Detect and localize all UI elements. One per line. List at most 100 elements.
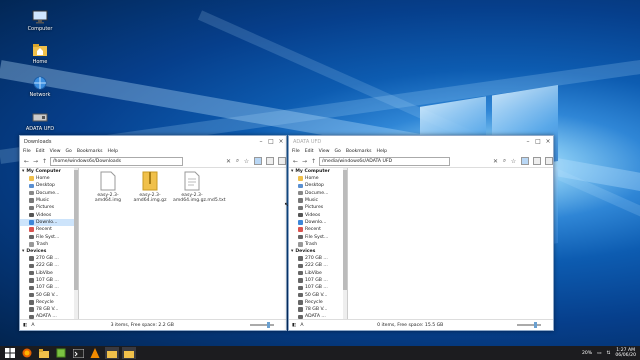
network-icon[interactable]: ⇅ [607,351,611,356]
forward-arrow-icon[interactable]: → [32,158,39,165]
sidebar-section-devices[interactable]: ▾ Devices [289,248,347,255]
search-icon[interactable]: ⌕ [234,157,241,165]
sidebar-section-devices[interactable]: ▾ Devices [20,248,78,255]
start-button[interactable] [3,347,17,359]
close-button[interactable]: × [543,138,553,145]
back-arrow-icon[interactable]: ← [23,158,30,165]
file-manager-window-adata-ufd[interactable]: ADATA UFD – □ × File Edit View Go Bookma… [288,135,554,331]
sidebar-device-item[interactable]: 50 GB V... [20,291,78,298]
menu-edit[interactable]: Edit [36,149,45,154]
menu-bookmarks[interactable]: Bookmarks [77,149,103,154]
menu-help[interactable]: Help [108,149,118,154]
sidebar-scrollbar[interactable] [343,168,347,320]
sidebar-device-item[interactable]: 222 GB ... [289,262,347,269]
sidebar-item-file-system[interactable]: File Syst... [289,233,347,240]
sidebar-section-my-computer[interactable]: ▾ My Computer [20,168,78,175]
menu-view[interactable]: View [319,149,330,154]
taskbar-window-adata-ufd[interactable] [122,347,136,359]
sidebar-device-item[interactable]: 78 GB V... [289,306,347,313]
sidebar-device-item[interactable]: 107 GB ... [20,284,78,291]
sidebar-item-documents[interactable]: Docume... [20,190,78,197]
sidebar-item-home[interactable]: Home [20,175,78,182]
compact-view-button[interactable] [545,157,553,165]
desktop-icon-home[interactable]: Home [16,43,64,65]
sidebar-item-trash[interactable]: Trash [289,241,347,248]
location-bar[interactable]: /media/windows6s/ADATA UFD [319,156,450,166]
up-arrow-icon[interactable]: ↑ [41,158,48,165]
desktop-icon-computer[interactable]: Computer [16,10,64,32]
sidebar-item-desktop[interactable]: Desktop [20,182,78,189]
compact-view-button[interactable] [278,157,286,165]
list-view-button[interactable] [266,157,274,165]
sidebar-device-item[interactable]: 222 GB ... [20,262,78,269]
search-icon[interactable]: ⌕ [501,157,508,165]
file-item[interactable]: easy-2.3-amd64.img.gz [131,171,169,204]
sidebar-item-videos[interactable]: Videos [289,211,347,218]
close-button[interactable]: × [276,138,286,145]
bookmark-icon[interactable]: ☆ [243,158,250,165]
sidebar-item-music[interactable]: Music [289,197,347,204]
sidebar-item-music[interactable]: Music [20,197,78,204]
sidebar-device-item[interactable]: 270 GB ... [20,255,78,262]
list-view-button[interactable] [533,157,541,165]
icon-view-button[interactable] [521,157,529,165]
sidebar-item-videos[interactable]: Videos [20,211,78,218]
sidebar-device-item[interactable]: 107 GB ... [289,277,347,284]
sidebar-item-downloads[interactable]: Downlo... [289,219,347,226]
icon-view-button[interactable] [254,157,262,165]
taskbar-terminal-icon[interactable] [71,347,85,359]
location-bar[interactable]: /home/windows6s/Downloads [50,156,183,166]
up-arrow-icon[interactable]: ↑ [310,158,317,165]
menu-go[interactable]: Go [66,149,72,154]
sidebar-device-item[interactable]: LibVibe [20,270,78,277]
sidebar-item-file-system[interactable]: File Syst... [20,233,78,240]
minimize-button[interactable]: – [256,138,266,145]
sidebar-item-desktop[interactable]: Desktop [289,182,347,189]
menu-go[interactable]: Go [335,149,341,154]
desktop-icon-network[interactable]: Network [16,76,64,98]
menu-view[interactable]: View [50,149,61,154]
file-view[interactable] [348,168,553,320]
sidebar-item-pictures[interactable]: Pictures [20,204,78,211]
taskbar-package-icon[interactable] [54,347,68,359]
sidebar-item-home[interactable]: Home [289,175,347,182]
sidebar-item-downloads[interactable]: Downlo... [20,218,78,227]
sidebar-scrollbar[interactable] [74,168,78,320]
forward-arrow-icon[interactable]: → [301,158,308,165]
sidebar-toggle-icon[interactable]: ◧ [292,323,296,328]
taskbar-file-manager-icon[interactable] [37,347,51,359]
sidebar-section-my-computer[interactable]: ▾ My Computer [289,168,347,175]
desktop-icon-adata-ufd[interactable]: ADATA UFD [16,110,64,132]
sidebar-device-item[interactable]: Recycle [20,299,78,306]
menu-file[interactable]: File [23,149,31,154]
menu-bookmarks[interactable]: Bookmarks [346,149,372,154]
clear-icon[interactable]: ✕ [225,158,232,165]
bookmark-icon[interactable]: ☆ [510,158,517,165]
file-manager-window-downloads[interactable]: Downloads – □ × File Edit View Go Bookma… [19,135,290,331]
sidebar-item-pictures[interactable]: Pictures [289,204,347,211]
maximize-button[interactable]: □ [266,138,276,145]
sidebar-item-recent[interactable]: Recent [289,226,347,233]
menu-help[interactable]: Help [377,149,387,154]
sidebar-item-documents[interactable]: Docume... [289,190,347,197]
sidebar-device-item[interactable]: 270 GB ... [289,255,347,262]
file-item[interactable]: easy-2.3-amd64.img [89,171,127,204]
clock[interactable]: 1:27 AM 06/06/20 [615,348,636,358]
sidebar-device-item[interactable]: 78 GB V... [20,306,78,313]
menu-file[interactable]: File [292,149,300,154]
battery-icon[interactable]: ▭ [597,351,601,356]
maximize-button[interactable]: □ [533,138,543,145]
sidebar-device-item[interactable]: 50 GB V... [289,291,347,298]
menu-edit[interactable]: Edit [305,149,314,154]
taskbar-firefox-icon[interactable] [20,347,34,359]
sidebar-device-item[interactable]: LibVibe [289,270,347,277]
sidebar-item-recent[interactable]: Recent [20,226,78,233]
title-bar[interactable]: ADATA UFD – □ × [289,136,553,147]
sidebar-toggle-icon[interactable]: ◧ [23,323,27,328]
taskbar-vlc-icon[interactable] [88,347,102,359]
sidebar-device-item[interactable]: 107 GB ... [289,284,347,291]
clear-icon[interactable]: ✕ [492,158,499,165]
taskbar-window-downloads[interactable] [105,347,119,359]
minimize-button[interactable]: – [523,138,533,145]
file-view[interactable]: easy-2.3-amd64.img easy-2.3-amd64.img.gz… [79,168,290,320]
